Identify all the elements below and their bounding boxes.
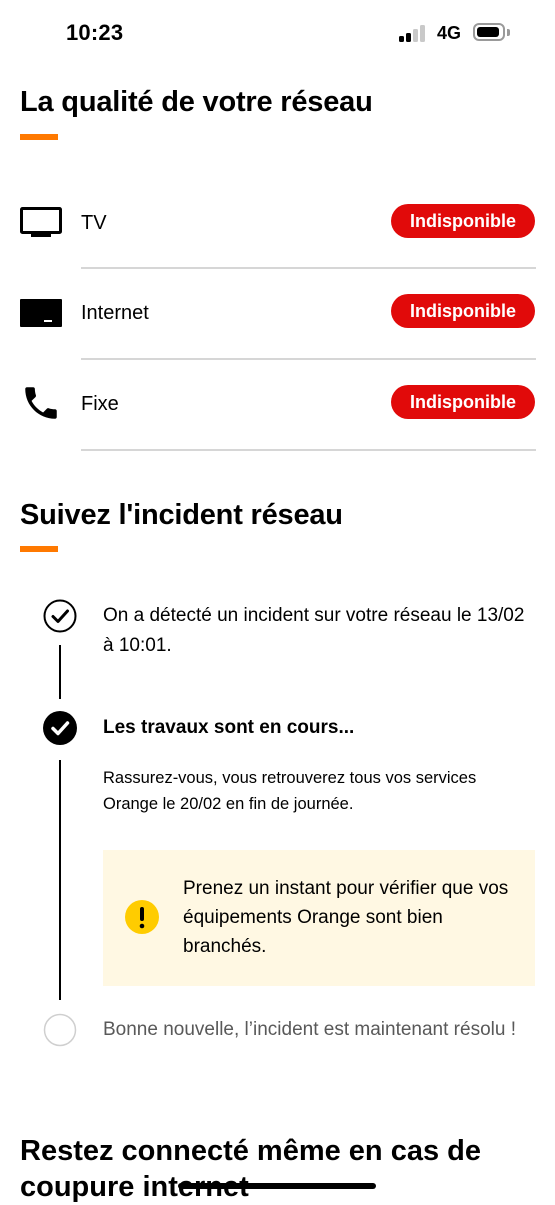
service-row-tv[interactable]: TV Indisponible [0, 193, 555, 253]
status-time: 10:23 [66, 20, 124, 45]
section-title-stay-connected: Restez connecté même en cas de coupure i… [20, 1135, 481, 1203]
service-row-internet[interactable]: Internet Indisponible [0, 283, 555, 343]
divider [81, 449, 536, 451]
service-label: Fixe [81, 393, 119, 415]
step-text-detected: On a détecté un incident sur votre résea… [103, 605, 525, 656]
section-title-incident: Suivez l'incident réseau [20, 499, 343, 531]
divider [81, 267, 536, 269]
warning-icon [125, 900, 159, 939]
timeline-line [59, 760, 61, 1000]
tv-icon [20, 207, 62, 244]
status-badge: Indisponible [391, 204, 535, 238]
battery-tip [507, 29, 510, 36]
step-text-resolved: Bonne nouvelle, l’incident est maintenan… [103, 1019, 516, 1040]
section-title-network-quality: La qualité de votre réseau [20, 86, 373, 118]
home-indicator[interactable] [178, 1183, 376, 1189]
service-row-fixe[interactable]: Fixe Indisponible [0, 374, 555, 434]
info-text: Prenez un instant pour vérifier que vos … [183, 878, 509, 957]
info-box: Prenez un instant pour vérifier que vos … [103, 850, 535, 986]
divider [81, 358, 536, 360]
service-label: TV [81, 212, 107, 234]
phone-icon [20, 382, 62, 429]
status-badge: Indisponible [391, 294, 535, 328]
pending-circle-icon [43, 1013, 77, 1052]
cellular-signal-icon [399, 25, 429, 42]
status-badge: Indisponible [391, 385, 535, 419]
router-box-icon [20, 297, 62, 334]
timeline-line [59, 645, 61, 699]
check-filled-icon [43, 711, 77, 750]
check-outline-icon [43, 599, 77, 638]
network-type: 4G [437, 23, 462, 43]
accent-underline [20, 134, 58, 140]
accent-underline [20, 546, 58, 552]
step-text-in-progress: Les travaux sont en cours... [103, 717, 355, 738]
service-label: Internet [81, 302, 149, 324]
battery-icon [473, 23, 505, 41]
step-detail: Rassurez-vous, vous retrouverez tous vos… [103, 769, 477, 813]
